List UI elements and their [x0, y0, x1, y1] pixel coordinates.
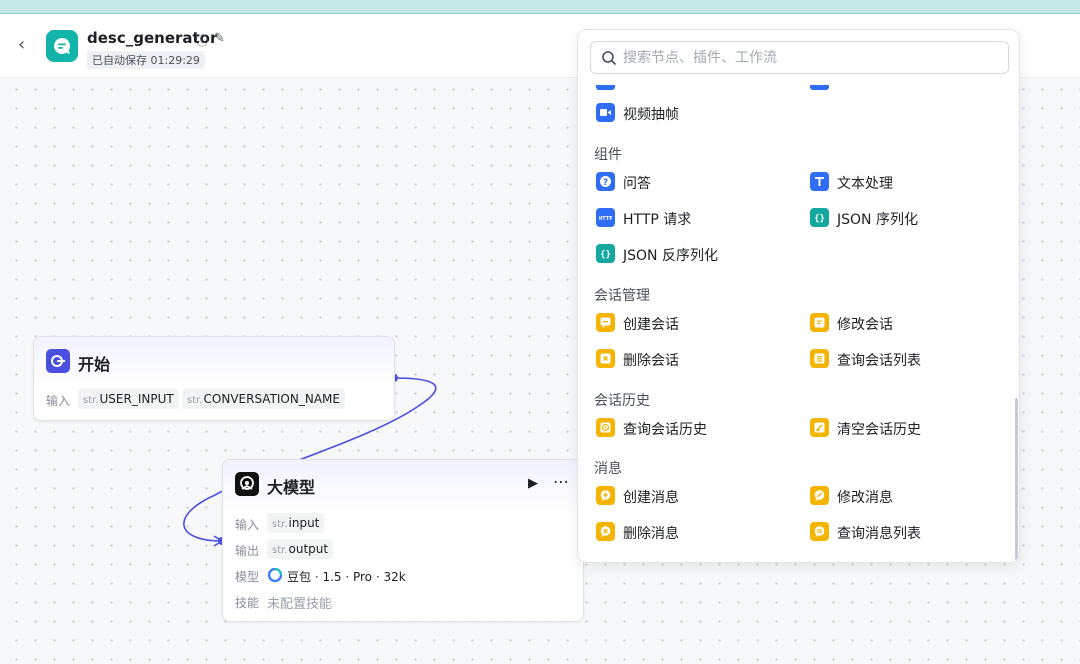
llm-input-tag: str.input — [267, 513, 325, 533]
http-icon: HTTP — [596, 208, 615, 227]
back-icon[interactable]: ‹ — [18, 36, 25, 54]
message-list-icon — [810, 522, 829, 541]
search-input[interactable] — [623, 46, 993, 69]
svg-text:?: ? — [603, 178, 608, 188]
llm-model-label: 模型 — [235, 570, 260, 584]
more-icon[interactable]: ⋯ — [553, 472, 570, 491]
svg-text:HTTP: HTTP — [599, 216, 612, 222]
message-edit-icon — [810, 486, 829, 505]
edit-icon[interactable]: ✎ — [214, 31, 225, 46]
doubao-icon — [268, 568, 282, 582]
node-picker-panel: 视频抽帧 组件 ? 问答 文本处理 HTTP HTTP 请求 {} JSON 序… — [577, 29, 1020, 563]
json-braces-icon: {} — [810, 208, 829, 227]
section-conversation-history: 会话历史 — [594, 393, 650, 409]
top-strip — [0, 0, 1080, 14]
start-input-tag: str.USER_INPUT — [78, 389, 179, 409]
question-icon: ? — [596, 172, 615, 191]
llm-skill-label: 技能 — [235, 596, 260, 610]
svg-text:{}: {} — [814, 214, 825, 224]
section-conversation-mgmt: 会话管理 — [594, 288, 650, 304]
section-components: 组件 — [594, 147, 622, 163]
history-icon — [596, 418, 615, 437]
conversation-list-icon — [810, 349, 829, 368]
conversation-edit-icon — [810, 313, 829, 332]
info-icon[interactable]: ⓘ — [196, 32, 208, 49]
start-input-label: 输入 — [46, 394, 71, 408]
conversation-add-icon — [596, 313, 615, 332]
llm-node-title: 大模型 — [267, 478, 316, 497]
partial-item-icon — [810, 85, 829, 90]
llm-icon — [235, 472, 259, 496]
history-clear-icon — [810, 418, 829, 437]
llm-input-label: 输入 — [235, 518, 260, 532]
llm-output-label: 输出 — [235, 544, 260, 558]
llm-model-value[interactable]: 豆包 · 1.5 · Pro · 32k — [287, 568, 406, 585]
start-icon — [46, 349, 70, 373]
autosave-status: 已自动保存 01:29:29 — [87, 51, 205, 69]
json-braces-icon: {} — [596, 244, 615, 263]
search-icon — [602, 51, 617, 66]
search-box[interactable] — [590, 41, 1009, 74]
conversation-delete-icon — [596, 349, 615, 368]
partial-item-icon — [596, 85, 615, 90]
llm-node[interactable]: 大模型 ▶ ⋯ 输入 str.input 输出 str.output 模型 豆包… — [222, 459, 584, 622]
panel-scrollbar[interactable] — [1015, 398, 1018, 560]
llm-skill-value: 未配置技能 — [267, 597, 333, 612]
app-icon — [46, 30, 78, 62]
start-input-tag: str.CONVERSATION_NAME — [182, 389, 345, 409]
section-messages: 消息 — [594, 461, 622, 477]
llm-output-tag: str.output — [267, 539, 334, 559]
message-add-icon — [596, 486, 615, 505]
text-icon — [810, 172, 829, 191]
video-icon — [596, 103, 615, 122]
run-icon[interactable]: ▶ — [528, 476, 538, 491]
start-node[interactable]: 开始 输入 str.USER_INPUT str.CONVERSATION_NA… — [33, 336, 395, 421]
message-delete-icon — [596, 522, 615, 541]
svg-text:{}: {} — [600, 250, 611, 260]
start-node-title: 开始 — [78, 355, 111, 374]
